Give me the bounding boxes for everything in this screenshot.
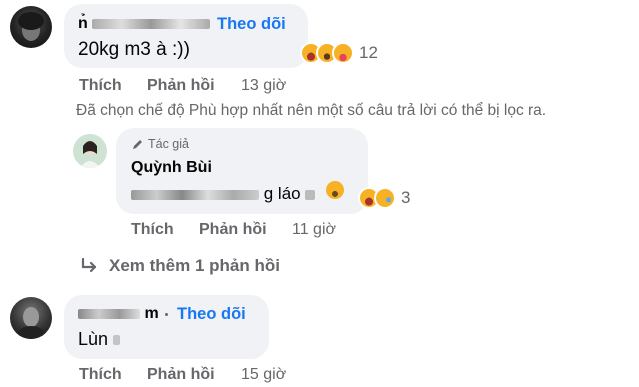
care-icon (332, 42, 354, 64)
redacted-text-end (305, 189, 316, 200)
timestamp[interactable]: 11 giờ (292, 221, 336, 239)
like-button[interactable]: Thích (79, 77, 122, 95)
reply-button[interactable]: Phản hồi (147, 366, 215, 384)
author-badge-label: Tác giả (148, 137, 189, 151)
like-button[interactable]: Thích (79, 366, 122, 384)
reaction-count: 12 (359, 43, 378, 62)
name-text: n̉ (78, 15, 88, 32)
dot-separator (165, 313, 168, 316)
sad-emoji-inline (326, 181, 344, 199)
sad-icon (374, 187, 396, 209)
view-more-label: Xem thêm 1 phản hồi (109, 256, 280, 275)
reaction-summary[interactable]: 12 (300, 42, 378, 64)
redacted-text (113, 335, 121, 346)
redacted-name (92, 18, 211, 29)
redacted-text (131, 189, 259, 200)
like-button[interactable]: Thích (131, 221, 174, 239)
reaction-summary[interactable]: 3 (358, 187, 410, 209)
reply-arrow-icon (81, 258, 97, 273)
commenter-avatar[interactable] (10, 6, 52, 48)
filter-notice: Đã chọn chế độ Phù hợp nhất nên một số c… (76, 102, 547, 119)
author-avatar[interactable] (73, 134, 107, 168)
reply-text: g láo (131, 184, 316, 204)
pencil-icon (133, 139, 142, 149)
reply-button[interactable]: Phản hồi (147, 77, 215, 95)
follow-button[interactable]: Theo dõi (177, 305, 246, 324)
comment-text: Lùn (78, 329, 121, 350)
timestamp[interactable]: 15 giờ (241, 366, 286, 384)
reply-button[interactable]: Phản hồi (199, 221, 267, 239)
follow-button[interactable]: Theo dõi (217, 15, 286, 34)
commenter-name[interactable]: m (78, 305, 159, 323)
commenter-name[interactable]: n̉ (78, 15, 211, 33)
comment-text-visible: Lùn (78, 329, 109, 349)
commenter-avatar[interactable] (10, 297, 52, 339)
reaction-count: 3 (401, 188, 411, 207)
view-more-replies[interactable]: Xem thêm 1 phản hồi (80, 256, 280, 276)
author-badge: Tác giả (131, 137, 189, 151)
author-name[interactable]: Quỳnh Bùi (131, 159, 212, 177)
reply-text-visible: g láo (263, 184, 301, 203)
redacted-name (78, 308, 140, 319)
timestamp[interactable]: 13 giờ (241, 77, 286, 95)
name-text: m (144, 305, 159, 322)
comment-text: 20kg m3 à :)) (78, 39, 190, 60)
